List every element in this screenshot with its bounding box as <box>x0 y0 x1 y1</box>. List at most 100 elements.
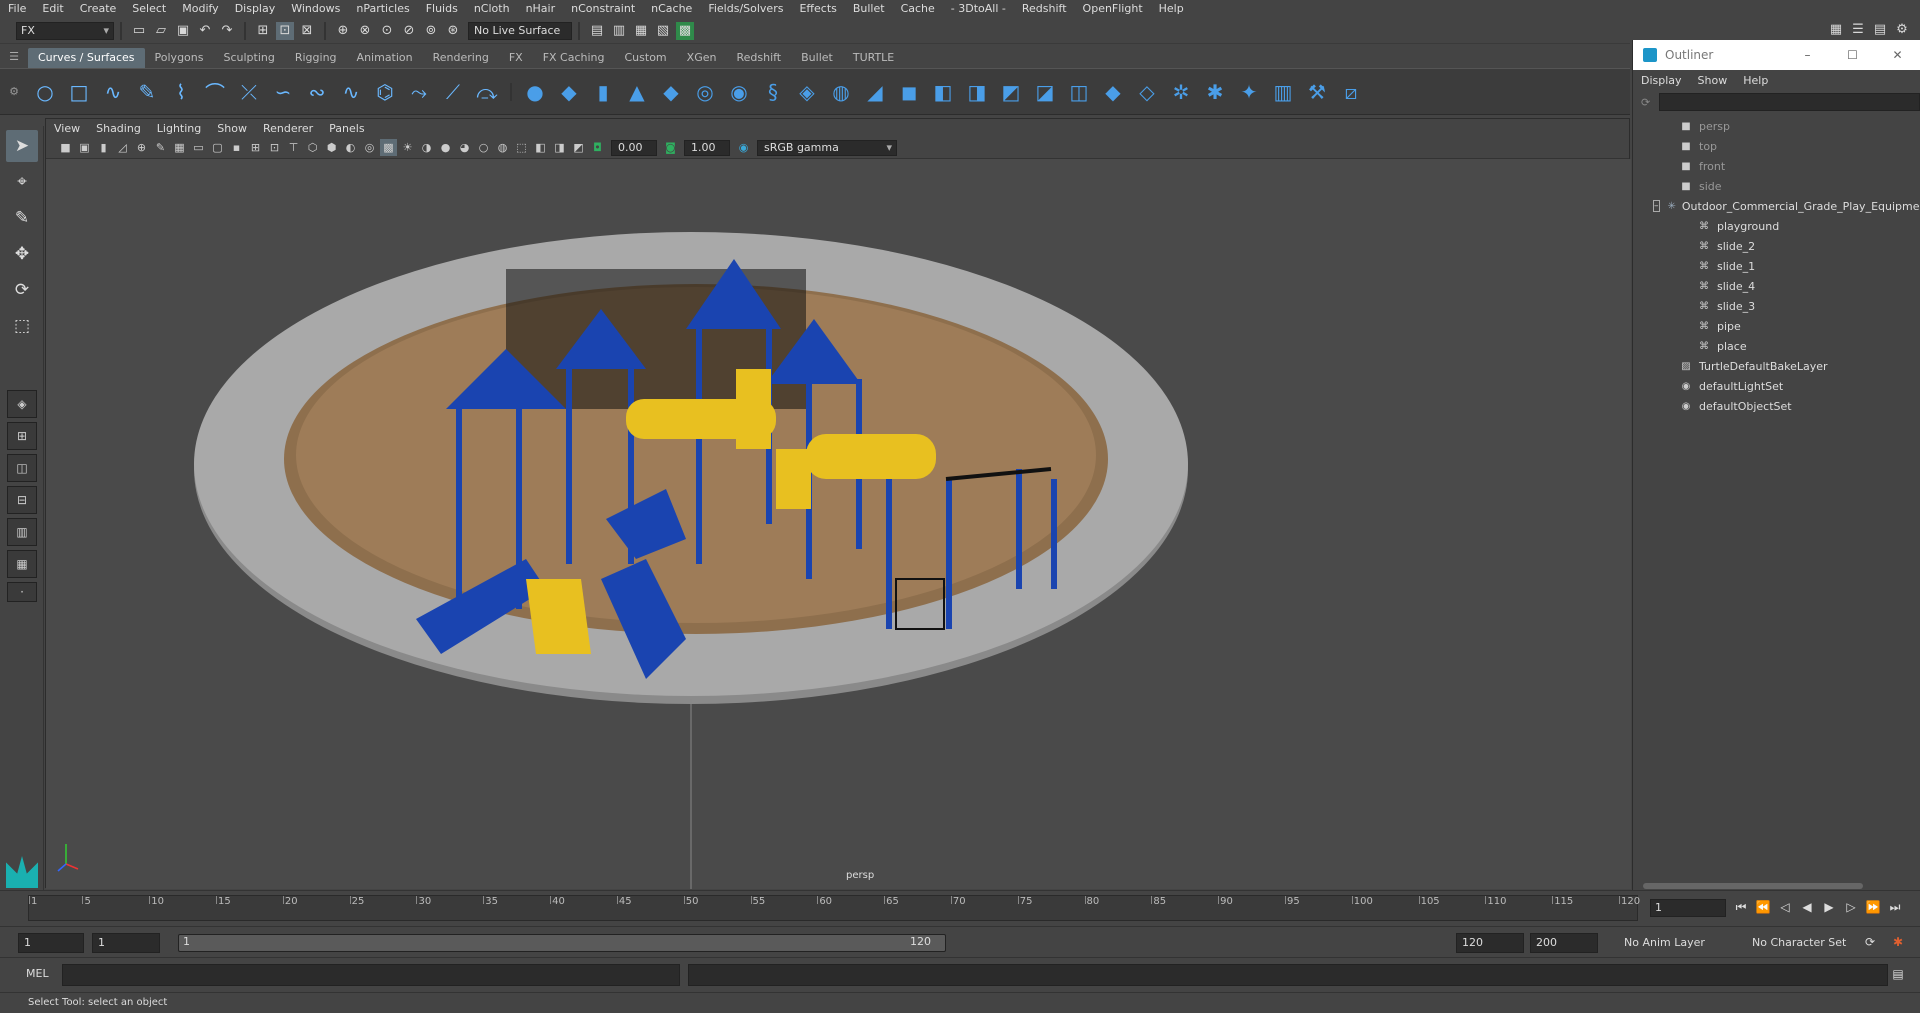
color-management-icon[interactable]: ◉ <box>735 139 752 156</box>
tab-polygons[interactable]: Polygons <box>145 48 214 68</box>
outliner-menu-display[interactable]: Display <box>1633 74 1690 87</box>
settings-icon[interactable]: ⚙ <box>1893 20 1911 38</box>
curve-tool-icon[interactable]: ⌬ <box>371 78 399 106</box>
outliner-search-input[interactable] <box>1659 93 1920 111</box>
surface-tool-icon[interactable]: ▥ <box>1269 78 1297 106</box>
surface-tool-icon[interactable]: ◪ <box>1031 78 1059 106</box>
viewport-menu-view[interactable]: View <box>46 122 88 135</box>
cv-curve-icon[interactable]: ⌇ <box>167 78 195 106</box>
undo-icon[interactable]: ↶ <box>196 22 214 40</box>
bookmark-icon[interactable]: ▮ <box>95 139 112 156</box>
tab-rendering[interactable]: Rendering <box>423 48 499 68</box>
step-back-frame-icon[interactable]: ◁ <box>1777 899 1793 915</box>
nurbs-square-icon[interactable]: □ <box>65 78 93 106</box>
rotate-tool-icon[interactable]: ⟳ <box>6 274 38 306</box>
menu-windows[interactable]: Windows <box>283 0 348 18</box>
scale-tool-icon[interactable]: ⬚ <box>6 310 38 342</box>
scene-end-field[interactable]: 200 <box>1530 933 1598 953</box>
surface-tool-icon[interactable]: ◩ <box>997 78 1025 106</box>
tab-custom[interactable]: Custom <box>615 48 677 68</box>
nurbs-torus-icon[interactable]: ◎ <box>691 78 719 106</box>
outliner-item[interactable]: ⌘ playground <box>1633 216 1920 236</box>
xray-components-icon[interactable]: ◩ <box>570 139 587 156</box>
xray-joints-icon[interactable]: ◨ <box>551 139 568 156</box>
menu-nconstraint[interactable]: nConstraint <box>563 0 643 18</box>
surface-tool-icon[interactable]: ✲ <box>1167 78 1195 106</box>
move-tool-icon[interactable]: ✥ <box>6 238 38 270</box>
nurbs-circle-icon[interactable]: ○ <box>31 78 59 106</box>
anti-aliasing-icon[interactable]: ○ <box>475 139 492 156</box>
outliner-group-item[interactable]: – ✳ Outdoor_Commercial_Grade_Play_Equipmen… <box>1633 196 1920 216</box>
pencil-curve-icon[interactable]: ✎ <box>133 78 161 106</box>
select-hierarchy-icon[interactable]: ⊞ <box>254 22 272 40</box>
outliner-item[interactable]: ⌘ place <box>1633 336 1920 356</box>
outliner-item[interactable]: ⌘ slide_4 <box>1633 276 1920 296</box>
minimize-icon[interactable]: – <box>1785 48 1830 62</box>
step-back-key-icon[interactable]: ⏪ <box>1755 899 1771 915</box>
resolution-gate-icon[interactable]: ▢ <box>209 139 226 156</box>
exposure-icon[interactable]: ◘ <box>589 139 606 156</box>
render-settings-icon[interactable]: ▤ <box>588 22 606 40</box>
menu-file[interactable]: File <box>0 0 34 18</box>
shelf-gear-icon[interactable]: ⚙ <box>0 85 28 98</box>
grid-icon[interactable]: ▦ <box>171 139 188 156</box>
textured-icon[interactable]: ▩ <box>380 139 397 156</box>
outliner-item[interactable]: ⌘ pipe <box>1633 316 1920 336</box>
timeline-ruler[interactable]: 1 5 10 15 20 25 30 35 40 45 50 55 60 65 70 75 80 85 90 95 10… <box>28 895 1640 921</box>
playback-end-field[interactable]: 120 <box>1456 933 1524 953</box>
outliner-menu-show[interactable]: Show <box>1690 74 1736 87</box>
outliner-item[interactable]: ◉ defaultLightSet <box>1633 376 1920 396</box>
open-scene-icon[interactable]: ▱ <box>152 22 170 40</box>
exposure-field[interactable]: 0.00 <box>611 139 657 156</box>
layout-graph-icon[interactable]: ▥ <box>7 518 37 546</box>
film-gate-icon[interactable]: ▭ <box>190 139 207 156</box>
menu-openflight[interactable]: OpenFlight <box>1075 0 1151 18</box>
snap-grid-icon[interactable]: ⊕ <box>334 22 352 40</box>
render-frame-icon[interactable]: ▥ <box>610 22 628 40</box>
safe-title-icon[interactable]: ⊤ <box>285 139 302 156</box>
tab-sculpting[interactable]: Sculpting <box>213 48 284 68</box>
snap-curve-icon[interactable]: ⊗ <box>356 22 374 40</box>
curve-tool-icon[interactable]: ∾ <box>303 78 331 106</box>
surface-tool-icon[interactable]: ◍ <box>827 78 855 106</box>
curve-tool-icon[interactable]: ⤫ <box>235 78 263 106</box>
menu-help[interactable]: Help <box>1151 0 1192 18</box>
outliner-item[interactable]: ■ persp <box>1633 116 1920 136</box>
play-forward-icon[interactable]: ▶ <box>1821 899 1837 915</box>
safe-action-icon[interactable]: ⊡ <box>266 139 283 156</box>
menu-create[interactable]: Create <box>72 0 125 18</box>
surface-tool-icon[interactable]: ◧ <box>929 78 957 106</box>
outliner-item[interactable]: ■ front <box>1633 156 1920 176</box>
auto-key-icon[interactable]: ⟳ <box>1862 934 1878 950</box>
image-plane-icon[interactable]: ◿ <box>114 139 131 156</box>
camera-icon[interactable]: ■ <box>57 139 74 156</box>
surface-tool-icon[interactable]: ◉ <box>725 78 753 106</box>
menu-fields-solvers[interactable]: Fields/Solvers <box>700 0 791 18</box>
step-forward-key-icon[interactable]: ⏩ <box>1865 899 1881 915</box>
view-transform-dropdown[interactable]: sRGB gamma <box>757 139 897 156</box>
lasso-tool-icon[interactable]: ⌖ <box>6 166 38 198</box>
surface-tool-icon[interactable]: ◨ <box>963 78 991 106</box>
viewport-panel[interactable]: View Shading Lighting Show Renderer Pane… <box>45 118 1631 889</box>
tab-redshift[interactable]: Redshift <box>726 48 791 68</box>
range-bar[interactable]: 1 120 <box>178 934 946 952</box>
nurbs-cylinder-icon[interactable]: ▮ <box>589 78 617 106</box>
menu-select[interactable]: Select <box>124 0 174 18</box>
grease-pencil-icon[interactable]: ✎ <box>152 139 169 156</box>
gate-mask-icon[interactable]: ▪ <box>228 139 245 156</box>
surface-tool-icon[interactable]: ✦ <box>1235 78 1263 106</box>
ep-curve-icon[interactable]: ∿ <box>99 78 127 106</box>
go-to-end-icon[interactable]: ⏭ <box>1887 899 1903 915</box>
tab-xgen[interactable]: XGen <box>677 48 727 68</box>
nurbs-cone-icon[interactable]: ▲ <box>623 78 651 106</box>
layout-four-icon[interactable]: ⊞ <box>7 422 37 450</box>
render-view-icon[interactable]: ▧ <box>654 22 672 40</box>
menu-bullet[interactable]: Bullet <box>845 0 893 18</box>
anim-layer-dropdown[interactable]: No Anim Layer <box>1624 933 1729 953</box>
surface-tool-icon[interactable]: ◢ <box>861 78 889 106</box>
current-frame-field[interactable]: 1 <box>1650 899 1726 917</box>
two-d-pan-icon[interactable]: ⊕ <box>133 139 150 156</box>
snap-view-icon[interactable]: ⊘ <box>400 22 418 40</box>
menu-nparticles[interactable]: nParticles <box>348 0 417 18</box>
close-icon[interactable]: ✕ <box>1875 48 1920 62</box>
